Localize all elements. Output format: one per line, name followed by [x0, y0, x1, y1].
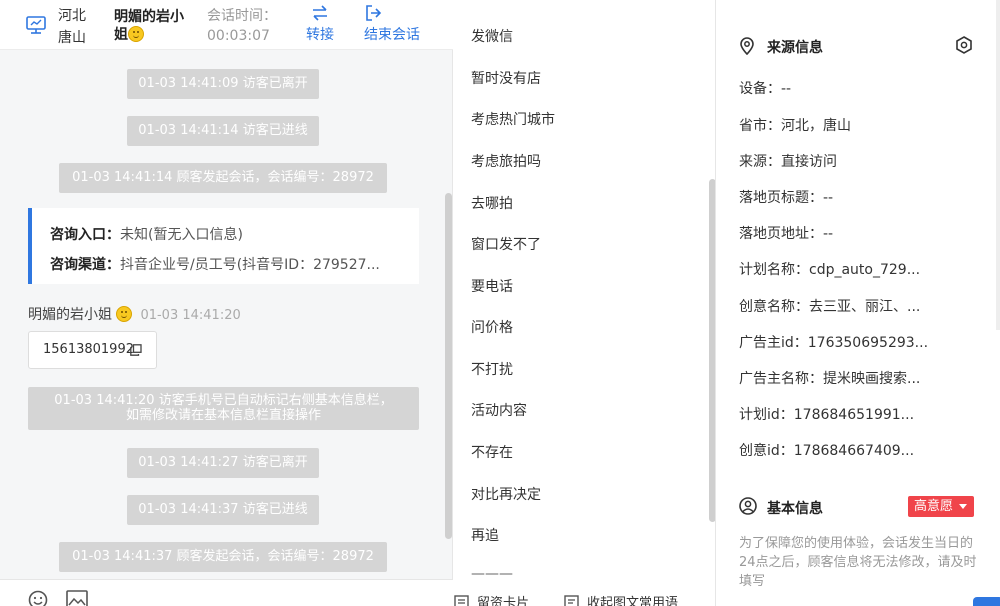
monitor-icon [26, 16, 46, 34]
basic-info-title: 基本信息 [767, 501, 823, 517]
session-time-label: 会话时间： [207, 8, 277, 24]
quick-reply-scrollbar[interactable] [709, 179, 715, 522]
source-field-landing-url: 落地页地址：-- [739, 226, 834, 242]
chat-message-list[interactable]: 01-03 14:41:09 访客已离开 01-03 14:41:14 访客已进… [0, 51, 453, 579]
floating-action-button[interactable] [973, 597, 1000, 606]
quick-reply-pane: ——— 发微信 暂时没有店 考虑热门城市 考虑旅拍吗 去哪拍 窗口发不了 要电话… [454, 0, 716, 606]
collapse-phrases-label: 收起图文常用语 [587, 596, 679, 606]
intent-level-dropdown[interactable]: 高意愿 [908, 496, 974, 517]
system-message: 01-03 14:41:27 访客已离开 [127, 448, 319, 478]
phrase-icon [564, 595, 579, 606]
exit-icon [366, 5, 382, 21]
chat-scrollbar[interactable] [445, 193, 452, 539]
transfer-icon [313, 5, 327, 21]
source-field-plan-name: 计划名称：cdp_auto_729... [739, 262, 921, 278]
quick-reply-item[interactable]: 考虑热门城市 [471, 109, 555, 129]
source-info-title: 来源信息 [767, 40, 823, 56]
source-field-creative-id: 创意id：178684667409... [739, 443, 915, 459]
consult-channel-row: 咨询渠道：抖音企业号/员工号(抖音号ID：279527... [50, 250, 419, 280]
quick-reply-item[interactable]: 再追 [471, 525, 499, 545]
source-field-plan-id: 计划id：178684651991... [739, 407, 915, 423]
smile-emoji-icon [116, 306, 133, 322]
source-field-advertiser-id: 广告主id：176350695293... [739, 335, 929, 351]
phone-message-bubble: 15613801992 [28, 331, 157, 369]
consult-info-card: 咨询入口：未知(暂无入口信息) 咨询渠道：抖音企业号/员工号(抖音号ID：279… [28, 208, 419, 284]
message-sender: 明媚的岩小姐 01-03 14:41:20 [28, 304, 241, 324]
consult-entry-label: 咨询入口： [50, 227, 120, 243]
source-field-landing-title: 落地页标题：-- [739, 190, 834, 206]
image-icon[interactable] [66, 590, 88, 606]
visitor-location: 河北 唐山 [58, 5, 86, 49]
message-timestamp: 01-03 14:41:20 [140, 308, 241, 323]
system-message-line: 01-03 14:41:20 访客手机号已自动标记右侧基本信息栏， [54, 393, 393, 408]
transfer-label: 转接 [306, 27, 334, 43]
collapse-phrases-button[interactable]: 收起图文常用语 [564, 592, 678, 606]
quick-reply-item[interactable]: 暂时没有店 [471, 68, 541, 88]
quick-reply-item[interactable]: 要电话 [471, 276, 513, 296]
system-message-phone-marked: 01-03 14:41:20 访客手机号已自动标记右侧基本信息栏， 如需修改请在… [28, 387, 419, 430]
chat-input-toolbar [0, 579, 453, 606]
quick-reply-item[interactable]: 去哪拍 [471, 193, 513, 213]
lead-card-label: 留资卡片 [477, 596, 530, 606]
quick-reply-item[interactable]: 不存在 [471, 442, 513, 462]
end-session-label: 结束会话 [364, 27, 420, 43]
system-message: 01-03 14:41:37 顾客发起会话，会话编号：28972 [59, 542, 387, 572]
quick-reply-item[interactable]: 对比再决定 [471, 484, 541, 504]
system-message: 01-03 14:41:37 访客已进线 [127, 495, 319, 525]
transfer-button[interactable]: 转接 [304, 4, 336, 44]
quick-reply-item[interactable]: 问价格 [471, 317, 513, 337]
system-message: 01-03 14:41:09 访客已离开 [127, 69, 319, 99]
quick-reply-item[interactable]: 不打扰 [471, 359, 513, 379]
consult-entry-row: 咨询入口：未知(暂无入口信息) [50, 220, 419, 250]
quick-reply-item-partial[interactable]: ——— [471, 0, 513, 6]
quick-reply-item[interactable]: 活动内容 [471, 400, 527, 420]
card-icon [454, 595, 469, 606]
system-message: 01-03 14:41:14 顾客发起会话，会话编号：28972 [59, 163, 387, 193]
location-pin-icon [740, 37, 754, 55]
source-field-creative-name: 创意名称：去三亚、丽江、... [739, 299, 921, 315]
consult-entry-value: 未知(暂无入口信息) [120, 227, 243, 243]
lead-card-button[interactable]: 留资卡片 [454, 592, 529, 606]
visitor-name-text: 明媚的岩小姐 [114, 9, 184, 43]
quick-reply-item[interactable]: 发微信 [471, 26, 513, 46]
source-field-device: 设备：-- [739, 81, 792, 97]
user-circle-icon [739, 497, 757, 515]
session-time: 00:03:07 [207, 28, 270, 44]
customer-info-pane: 来源信息 设备：-- 省市：河北，唐山 来源：直接访问 落地页标题：-- 落地页… [717, 0, 1000, 606]
quick-reply-item[interactable]: 考虑旅拍吗 [471, 151, 541, 171]
copy-icon[interactable] [130, 344, 142, 356]
page-scrollbar[interactable] [996, 0, 1000, 330]
smile-emoji-icon [128, 26, 144, 42]
system-message: 01-03 14:41:14 访客已进线 [127, 116, 319, 146]
quick-reply-item-partial[interactable]: ——— [471, 566, 513, 582]
source-field-source: 来源：直接访问 [739, 154, 837, 170]
edit-deadline-note: 为了保障您的使用体验，会话发生当日的24点之后，顾客信息将无法修改，请及时填写 [739, 536, 977, 589]
location-city: 唐山 [58, 30, 86, 46]
chat-header: 河北 唐山 明媚的岩小姐 会话时间： 00:03:07 转接 结束会话 [0, 0, 453, 50]
visitor-name: 明媚的岩小姐 [114, 8, 194, 44]
chat-pane: 河北 唐山 明媚的岩小姐 会话时间： 00:03:07 转接 结束会话 01-0… [0, 0, 453, 606]
system-message-line: 如需修改请在基本信息栏直接操作 [125, 408, 321, 423]
quick-reply-item[interactable]: 窗口发不了 [471, 234, 541, 254]
source-field-region: 省市：河北，唐山 [739, 118, 851, 134]
source-field-advertiser-name: 广告主名称：提米映画搜索... [739, 371, 921, 387]
sender-name: 明媚的岩小姐 [28, 307, 112, 323]
consult-channel-label: 咨询渠道： [50, 257, 120, 273]
end-session-button[interactable]: 结束会话 [364, 4, 426, 44]
emoji-icon[interactable] [28, 590, 48, 606]
phone-number-text: 15613801992 [43, 342, 134, 357]
consult-channel-value: 抖音企业号/员工号(抖音号ID：279527... [120, 257, 380, 273]
location-province: 河北 [58, 8, 86, 24]
settings-hex-icon[interactable] [955, 36, 973, 54]
